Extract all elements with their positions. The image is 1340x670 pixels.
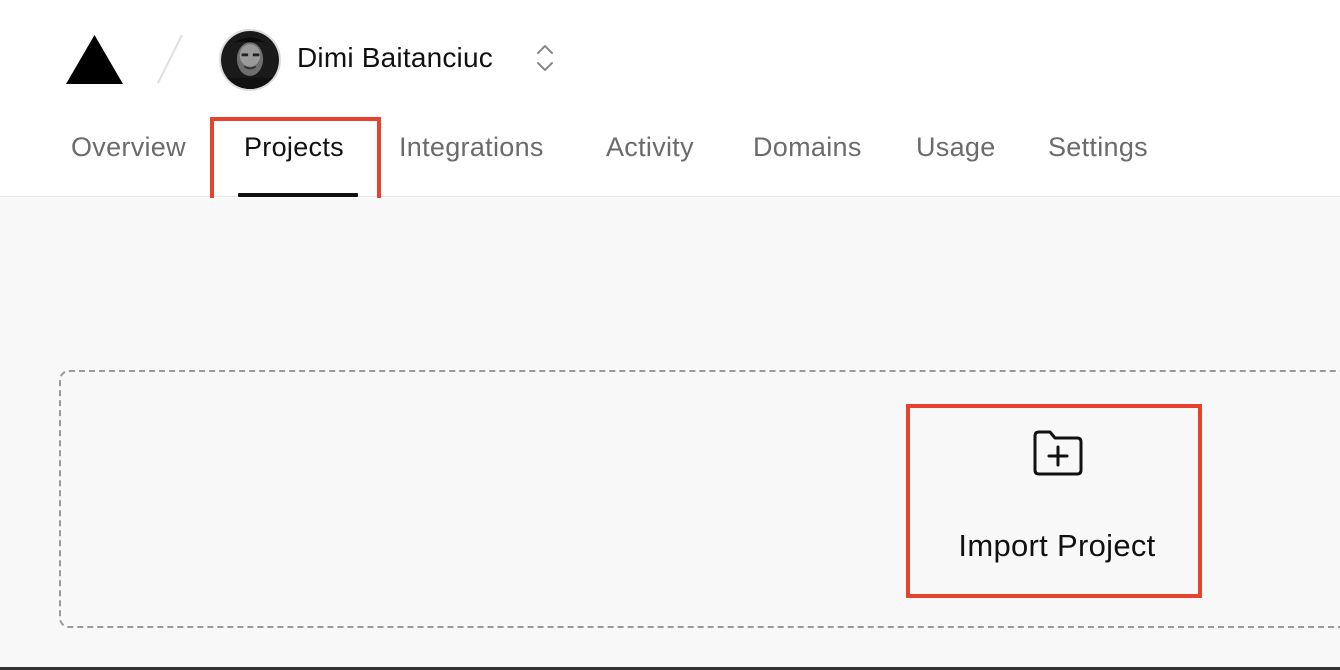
active-tab-indicator [238, 193, 358, 197]
tab-overview[interactable]: Overview [71, 132, 186, 163]
user-avatar-image [221, 31, 279, 89]
top-header: Dimi Baitanciuc Overview Projects Integr… [0, 0, 1340, 197]
nav-tabs: Overview Projects Integrations Activity … [0, 128, 1340, 197]
triangle-logo-icon[interactable] [66, 35, 123, 84]
tab-activity[interactable]: Activity [606, 132, 694, 163]
tab-projects[interactable]: Projects [244, 132, 344, 163]
tab-integrations[interactable]: Integrations [399, 132, 544, 163]
account-name[interactable]: Dimi Baitanciuc [297, 42, 493, 74]
tab-settings[interactable]: Settings [1048, 132, 1148, 163]
breadcrumb-divider [157, 34, 183, 84]
chevron-up-down-icon[interactable] [532, 40, 558, 76]
folder-plus-icon [1033, 430, 1083, 476]
avatar[interactable] [219, 29, 281, 91]
tab-usage[interactable]: Usage [916, 132, 996, 163]
tab-domains[interactable]: Domains [753, 132, 862, 163]
import-project-label: Import Project [958, 528, 1156, 563]
